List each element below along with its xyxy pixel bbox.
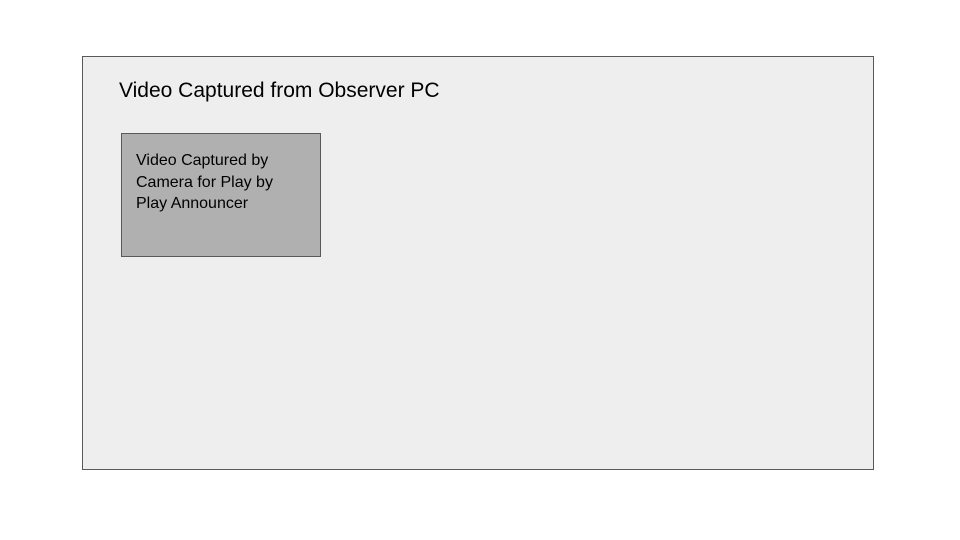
outer-box-title: Video Captured from Observer PC (119, 79, 440, 103)
camera-video-inset-box: Video Captured by Camera for Play by Pla… (121, 133, 321, 257)
observer-pc-video-container: Video Captured from Observer PC Video Ca… (82, 56, 874, 470)
inner-box-text: Video Captured by Camera for Play by Pla… (136, 150, 306, 215)
